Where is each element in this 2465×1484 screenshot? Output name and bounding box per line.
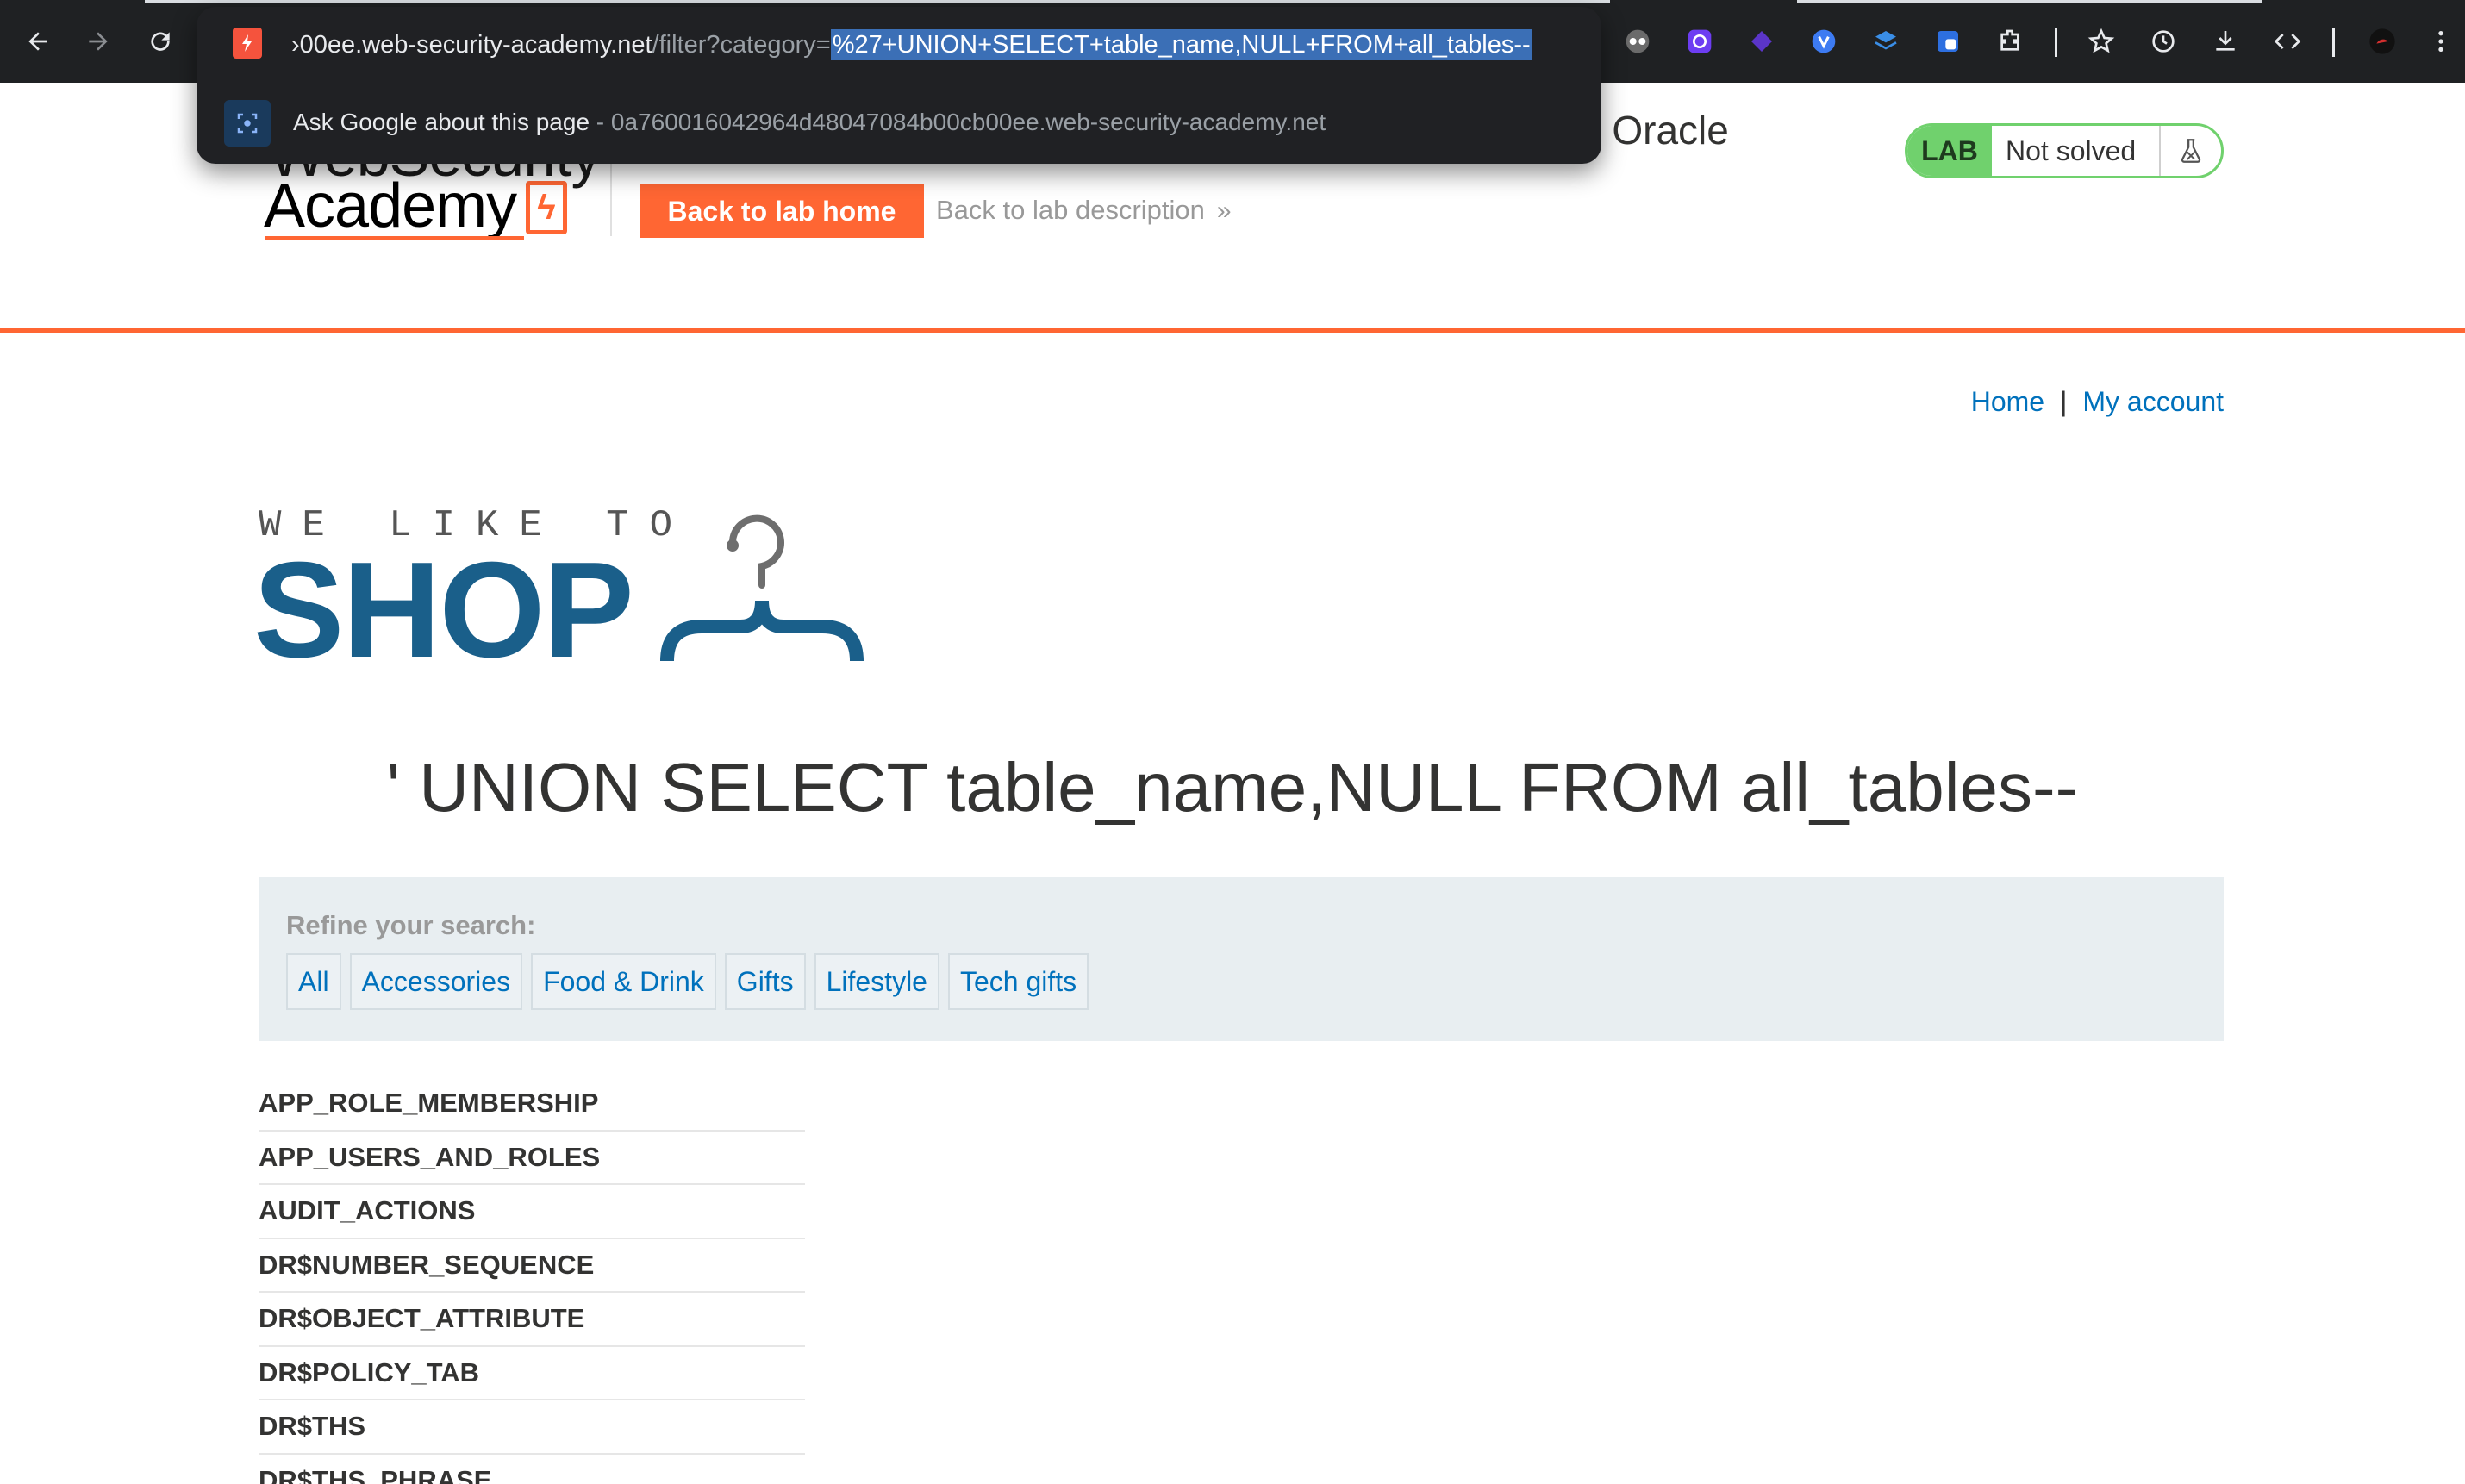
tab-strip-edge <box>145 0 1610 3</box>
nav-separator: | <box>2060 386 2068 417</box>
home-link[interactable]: Home <box>1971 386 2044 417</box>
gear-extension-icon[interactable] <box>1682 24 1717 59</box>
back-to-lab-description-label: Back to lab description <box>936 195 1205 225</box>
omnibox-url-row[interactable]: ›00ee.web-security-academy.net/filter?ca… <box>197 7 1601 81</box>
diamond-extension-icon[interactable] <box>1744 24 1779 59</box>
profile-avatar-icon[interactable] <box>2365 24 2399 59</box>
double-chevron-right-icon: » <box>1216 196 1232 225</box>
suggestion-label: Ask Google about this page <box>293 109 590 135</box>
lab-status-badge: LAB Not solved <box>1905 123 2224 178</box>
shield-extension-icon[interactable] <box>1931 24 1965 59</box>
table-row: DR$NUMBER_SEQUENCE <box>259 1239 805 1293</box>
lightning-logo-icon: ϟ <box>526 181 567 234</box>
filter-accessories[interactable]: Accessories <box>349 953 523 1010</box>
clothes-hanger-icon <box>660 514 864 662</box>
category-filters: All Accessories Food & Drink Gifts Lifes… <box>286 953 1089 1010</box>
site-favicon-icon <box>233 28 262 59</box>
lab-status-text: Not solved <box>1992 126 2161 176</box>
layers-extension-icon[interactable] <box>1869 24 1903 59</box>
spy-extension-icon[interactable] <box>1620 24 1655 59</box>
puzzle-extensions-icon[interactable] <box>1993 24 2027 59</box>
header-divider <box>610 153 612 236</box>
toolbar-divider <box>2055 28 2057 57</box>
shop-brand: SHOP <box>253 534 634 686</box>
table-row: DR$POLICY_TAB <box>259 1347 805 1400</box>
forward-arrow-icon[interactable] <box>79 22 117 60</box>
devtools-code-icon[interactable] <box>2270 24 2305 59</box>
header-rule <box>0 328 2465 333</box>
logo-underline <box>265 236 524 240</box>
history-icon[interactable] <box>2146 24 2181 59</box>
menu-kebab-icon[interactable] <box>2424 24 2458 59</box>
table-row: AUDIT_ACTIONS <box>259 1185 805 1239</box>
account-nav: Home | My account <box>1971 386 2224 418</box>
bookmark-star-icon[interactable] <box>2084 24 2119 59</box>
tab-strip-edge <box>1797 0 2262 3</box>
reload-icon[interactable] <box>141 22 179 60</box>
url-host: ›00ee.web-security-academy.net <box>291 31 652 59</box>
address-bar-input[interactable]: ›00ee.web-security-academy.net/filter?ca… <box>291 29 1532 60</box>
v-extension-icon[interactable] <box>1807 24 1841 59</box>
table-row: DR$THS <box>259 1400 805 1455</box>
filter-tech-gifts[interactable]: Tech gifts <box>947 953 1089 1010</box>
lab-tag: LAB <box>1907 126 1992 176</box>
my-account-link[interactable]: My account <box>2082 386 2224 417</box>
suggestion-url: - 0a760016042964d48047084b00cb00ee.web-s… <box>590 109 1326 135</box>
flask-icon <box>2161 126 2221 176</box>
back-to-lab-description-link[interactable]: Back to lab description » <box>936 195 1232 226</box>
toolbar-divider <box>2332 28 2335 57</box>
table-row: APP_USERS_AND_ROLES <box>259 1132 805 1185</box>
refine-label: Refine your search: <box>286 910 536 940</box>
url-selected-text: %27+UNION+SELECT+table_name,NULL+FROM+al… <box>830 29 1532 60</box>
logo-main-text: Academy <box>264 171 517 240</box>
google-lens-icon <box>224 100 271 147</box>
results-table: APP_ROLE_MEMBERSHIP APP_USERS_AND_ROLES … <box>259 1077 805 1484</box>
back-to-lab-home-button[interactable]: Back to lab home <box>640 184 924 238</box>
table-row: DR$THS_PHRASE <box>259 1455 805 1484</box>
table-row: APP_ROLE_MEMBERSHIP <box>259 1077 805 1132</box>
filter-lifestyle[interactable]: Lifestyle <box>814 953 939 1010</box>
download-icon[interactable] <box>2208 24 2243 59</box>
ask-google-suggestion[interactable]: Ask Google about this page - 0a760016042… <box>197 90 1601 159</box>
lab-title: n Oracle <box>1579 108 1729 153</box>
filter-all[interactable]: All <box>286 953 341 1010</box>
url-path: /filter?category= <box>652 31 831 59</box>
page-title: ' UNION SELECT table_name,NULL FROM all_… <box>386 749 2079 826</box>
table-row: DR$OBJECT_ATTRIBUTE <box>259 1293 805 1347</box>
refine-search-panel: Refine your search: All Accessories Food… <box>259 877 2224 1041</box>
back-arrow-icon[interactable] <box>19 22 57 60</box>
omnibox-dropdown: ›00ee.web-security-academy.net/filter?ca… <box>197 7 1601 164</box>
filter-food-drink[interactable]: Food & Drink <box>531 953 716 1010</box>
filter-gifts[interactable]: Gifts <box>724 953 806 1010</box>
we-like-to-shop-logo: WE LIKE TO SHOP <box>253 504 877 678</box>
